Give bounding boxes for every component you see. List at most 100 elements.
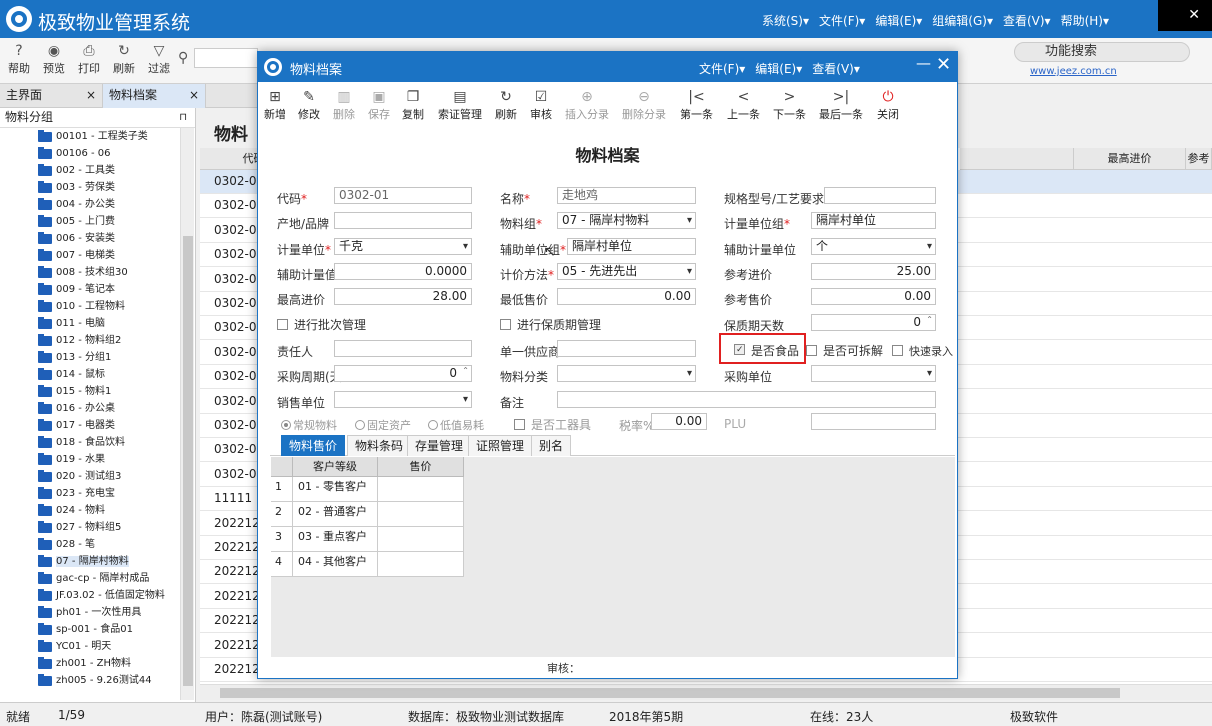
tree-item[interactable]: 007 - 电梯类 [0,247,180,264]
group-select[interactable]: 07 - 隔岸村物料 [557,212,696,229]
code-input[interactable]: 0302-01 [334,187,472,204]
copy-button[interactable]: ❐ 复制 [402,88,424,122]
menu-edit[interactable]: 编辑(E)▾ [875,14,922,28]
plu-input[interactable] [811,413,936,430]
quick-entry-checkbox[interactable]: 快速录入 [892,343,953,359]
window-close-button[interactable]: ✕ [1158,0,1212,31]
menu-system[interactable]: 系统(S)▾ [762,14,809,28]
refresh-button[interactable]: ↻ 刷新 [109,42,139,76]
audit-button[interactable]: ☑ 审核 [530,88,552,122]
category-select[interactable] [557,365,696,382]
tree-item[interactable]: zh005 - 9.26测试44 [0,672,180,689]
tree-item[interactable]: 00106 - 06 [0,145,180,162]
sidebar-scrollbar[interactable] [180,128,194,700]
tree-item[interactable]: 017 - 电器类 [0,417,180,434]
tab-sale-price[interactable]: 物料售价 [281,435,346,456]
tab-barcode[interactable]: 物料条码 [347,435,412,456]
price-row[interactable]: 3 03 - 重点客户 [271,527,464,552]
tree-item[interactable]: JF.03.02 - 低值固定物料 [0,587,180,604]
radio-regular[interactable]: 常规物料 [281,417,337,433]
delete-button[interactable]: ▥ 删除 [333,88,355,122]
tree-item[interactable]: 010 - 工程物料 [0,298,180,315]
max-purchase-input[interactable]: 28.00 [334,288,472,305]
pin-icon[interactable]: ⊓ [179,108,187,127]
grid-header-ref-price[interactable]: 参考售价 [1186,148,1212,187]
owner-input[interactable] [334,340,472,357]
unit-group-input[interactable]: 隔岸村单位 [811,212,936,229]
scrollbar-thumb[interactable] [220,688,1120,698]
tree-item[interactable]: sp-001 - 食品01 [0,621,180,638]
tab-home[interactable]: 主界面 × [0,84,103,108]
name-input[interactable]: 走地鸡 [557,187,696,204]
sales-unit-select[interactable] [334,391,472,408]
price-cell[interactable] [378,477,464,502]
tax-input[interactable]: 0.00 [651,413,707,430]
tree-item[interactable]: 020 - 测试组3 [0,468,180,485]
price-row[interactable]: 1 01 - 零售客户 [271,477,464,502]
tree-item[interactable]: 011 - 电脑 [0,315,180,332]
purchase-cycle-input[interactable]: 0 [334,365,472,382]
tree-item[interactable]: 019 - 水果 [0,451,180,468]
filter-button[interactable]: ▽ 过滤 [144,42,174,76]
tree-item[interactable]: 009 - 笔记本 [0,281,180,298]
aux-value-input[interactable]: 0.0000 [334,263,472,280]
price-cell[interactable] [378,552,464,577]
next-record-button[interactable]: > 下一条 [773,88,806,122]
pricing-select[interactable]: 05 - 先进先出 [557,263,696,280]
close-button[interactable]: ⏻ 关闭 [877,88,899,122]
tree-item[interactable]: 012 - 物料组2 [0,332,180,349]
menu-group-edit[interactable]: 组编辑(G)▾ [932,14,993,28]
tree-item[interactable]: 015 - 物料1 [0,383,180,400]
unit-select[interactable]: 千克 [334,238,472,255]
ref-sale-input[interactable]: 0.00 [811,288,936,305]
tree-item[interactable]: 004 - 办公类 [0,196,180,213]
tool-checkbox[interactable]: 是否工器具 [514,416,591,433]
aux-unit-select[interactable]: 个 [811,238,936,255]
menu-help[interactable]: 帮助(H)▾ [1061,14,1109,28]
batch-checkbox[interactable]: 进行批次管理 [277,316,366,333]
scrollbar-thumb[interactable] [183,236,193,686]
insert-entry-button[interactable]: ⊕ 插入分录 [565,88,609,122]
tree-item[interactable]: zh001 - ZH物料 [0,655,180,672]
delete-entry-button[interactable]: ⊖ 删除分录 [622,88,666,122]
quick-search-input[interactable] [194,48,258,68]
edit-button[interactable]: ✎ 修改 [298,88,320,122]
spec-input[interactable] [824,187,936,204]
tree-item[interactable]: 028 - 笔 [0,536,180,553]
close-icon[interactable]: × [189,84,199,106]
certificate-button[interactable]: ▤ 索证管理 [438,88,482,122]
grid-header-price[interactable]: 售价 [378,457,464,477]
new-button[interactable]: ⊞ 新增 [264,88,286,122]
tree-item[interactable]: gac-cp - 隔岸村成品 [0,570,180,587]
menu-file[interactable]: 文件(F)▾ [819,14,865,28]
supplier-input[interactable] [557,340,696,357]
tree-item[interactable]: 07 - 隔岸村物料 [0,553,180,570]
tab-material-file[interactable]: 物料档案 × [103,84,206,108]
price-cell[interactable] [378,502,464,527]
last-record-button[interactable]: >| 最后一条 [819,88,863,122]
tab-stock[interactable]: 存量管理 [407,435,472,456]
tree-item[interactable]: YC01 - 明天 [0,638,180,655]
radio-fixed-asset[interactable]: 固定资产 [355,417,411,433]
min-sale-input[interactable]: 0.00 [557,288,696,305]
tree-item[interactable]: 005 - 上门费 [0,213,180,230]
dialog-menu-edit[interactable]: 编辑(E)▾ [755,62,802,76]
origin-input[interactable] [334,212,472,229]
grid-horizontal-scrollbar[interactable] [200,684,1212,700]
first-record-button[interactable]: |< 第一条 [680,88,713,122]
tab-alias[interactable]: 别名 [531,435,572,456]
grid-header-max-price[interactable]: 最高进价 [1074,148,1186,170]
tree-item[interactable]: 016 - 办公桌 [0,400,180,417]
tree-item[interactable]: 00101 - 工程类子类 [0,128,180,145]
radio-low-value[interactable]: 低值易耗 [428,417,484,433]
ref-purchase-input[interactable]: 25.00 [811,263,936,280]
shelf-days-input[interactable]: 0 [811,314,936,331]
tree-item[interactable]: 008 - 技术组30 [0,264,180,281]
tree-item[interactable]: 024 - 物料 [0,502,180,519]
print-button[interactable]: ⎙ 打印 [74,42,104,76]
preview-button[interactable]: ◉ 预览 [39,42,69,76]
aux-unit-group-input[interactable]: 隔岸村单位 [567,238,696,255]
price-cell[interactable] [378,527,464,552]
help-button[interactable]: ? 帮助 [4,42,34,76]
previous-record-button[interactable]: < 上一条 [727,88,760,122]
